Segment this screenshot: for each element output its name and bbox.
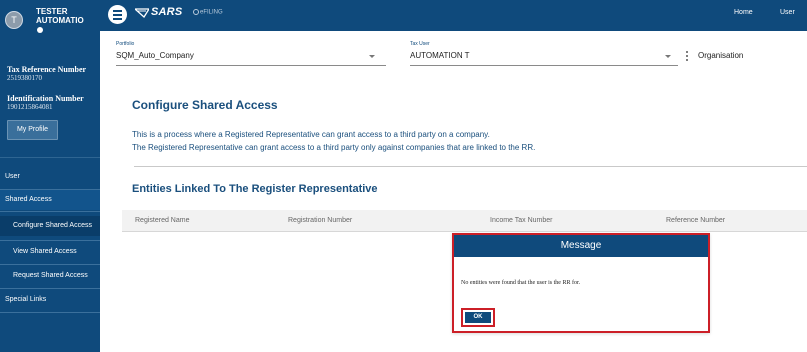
- tax-reference-block: Tax Reference Number 2519380170: [7, 65, 86, 83]
- portfolio-label: Portfolio: [116, 41, 135, 47]
- column-income-tax-number[interactable]: Income Tax Number: [490, 217, 553, 224]
- tax-user-underline: [410, 65, 678, 66]
- more-options-icon[interactable]: [686, 51, 689, 62]
- tax-reference-label: Tax Reference Number: [7, 65, 87, 74]
- description-line-2: The Registered Representative can grant …: [132, 143, 536, 152]
- chevron-down-icon[interactable]: [665, 55, 671, 58]
- efiling-logo: eFILING: [193, 9, 223, 16]
- user-display-name: TESTER AUTOMATIO: [36, 7, 84, 34]
- sidebar-separator: [0, 312, 100, 313]
- sars-logo-icon: [135, 8, 149, 18]
- sidebar: T TESTER AUTOMATIO Tax Reference Number …: [0, 0, 100, 352]
- avatar[interactable]: T: [5, 11, 23, 29]
- sidebar-item-view-shared-access[interactable]: View Shared Access: [0, 242, 100, 262]
- efiling-ring-icon: [193, 9, 199, 15]
- sidebar-separator: [0, 211, 100, 212]
- sidebar-item-shared-access[interactable]: Shared Access: [0, 190, 100, 210]
- efiling-logo-text: eFILING: [200, 9, 223, 16]
- user-name-last: AUTOMATIO: [36, 16, 84, 25]
- home-link[interactable]: Home: [734, 9, 753, 16]
- column-registered-name[interactable]: Registered Name: [135, 217, 189, 224]
- page-title: Configure Shared Access: [132, 98, 278, 112]
- sidebar-item-special-links[interactable]: Special Links: [0, 290, 100, 310]
- tax-user-select[interactable]: AUTOMATION T: [410, 51, 470, 60]
- sidebar-separator: [0, 240, 100, 241]
- description-line-1: This is a process where a Registered Rep…: [132, 130, 490, 139]
- message-dialog: Message No entities were found that the …: [452, 233, 710, 333]
- identification-label: Identification Number: [7, 94, 84, 103]
- user-name-first: TESTER: [36, 7, 68, 16]
- identification-value: 1901215864081: [7, 103, 53, 111]
- ok-button[interactable]: OK: [465, 312, 491, 323]
- column-reference-number[interactable]: Reference Number: [666, 217, 725, 224]
- identification-block: Identification Number 1901215864081: [7, 94, 84, 112]
- sidebar-item-request-shared-access[interactable]: Request Shared Access: [0, 266, 100, 286]
- hamburger-menu-icon[interactable]: [108, 5, 127, 24]
- sidebar-separator: [0, 288, 100, 289]
- sidebar-separator: [0, 264, 100, 265]
- sidebar-divider: [0, 157, 100, 158]
- portfolio-select[interactable]: SQM_Auto_Company: [116, 51, 194, 60]
- user-profile-header[interactable]: T TESTER AUTOMATIO: [0, 0, 100, 40]
- ok-button-highlight: OK: [461, 308, 495, 327]
- sidebar-item-configure-shared-access[interactable]: Configure Shared Access: [0, 216, 100, 236]
- column-registration-number[interactable]: Registration Number: [288, 217, 352, 224]
- dialog-message: No entities were found that the user is …: [461, 280, 581, 286]
- entities-title: Entities Linked To The Register Represen…: [132, 183, 378, 195]
- tax-user-label: Tax User: [410, 41, 430, 47]
- section-divider: [134, 166, 807, 167]
- tax-reference-value: 2519380170: [7, 74, 42, 82]
- dialog-title: Message: [454, 235, 708, 257]
- app-root: T TESTER AUTOMATIO Tax Reference Number …: [0, 0, 807, 352]
- entities-table-header: Registered Name Registration Number Inco…: [122, 210, 807, 232]
- status-dot-icon: [37, 26, 43, 33]
- sidebar-item-user[interactable]: User: [0, 167, 100, 187]
- portfolio-underline: [116, 65, 386, 66]
- organisation-select[interactable]: Organisation: [698, 51, 743, 60]
- logo-text: SARS: [151, 6, 183, 18]
- top-bar: SARS eFILING Home User: [100, 0, 807, 31]
- my-profile-button[interactable]: My Profile: [7, 120, 58, 140]
- user-link[interactable]: User: [780, 9, 795, 16]
- chevron-down-icon[interactable]: [369, 55, 375, 58]
